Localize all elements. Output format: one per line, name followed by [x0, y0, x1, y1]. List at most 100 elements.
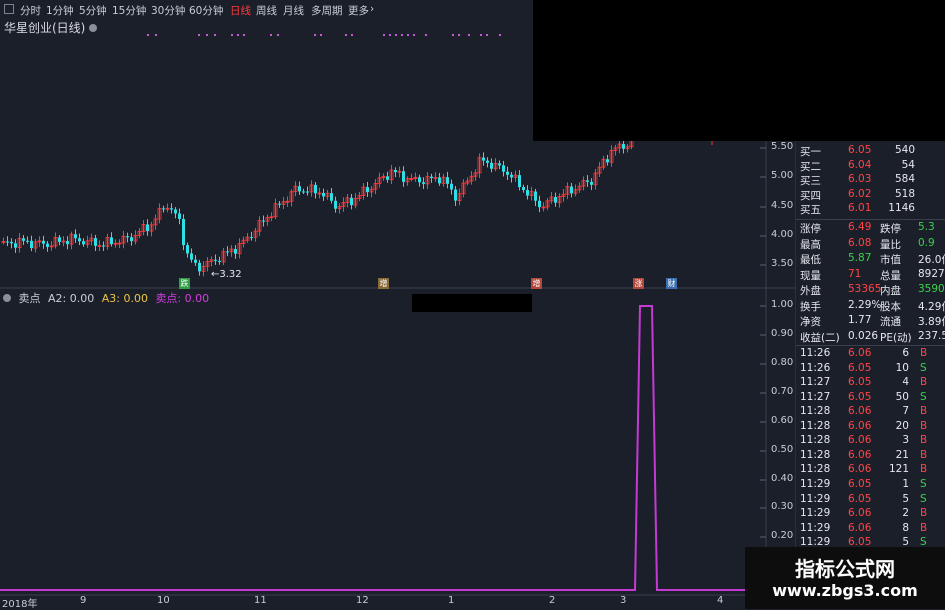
candle-body-down: [402, 171, 405, 182]
candle-body-down: [226, 251, 229, 253]
sell-point-line: [0, 305, 745, 591]
trade-time: 11:29: [800, 521, 831, 534]
trade-row: 11:28 6.06 20 B: [796, 420, 945, 435]
signal-dot: [147, 34, 149, 36]
signal-dot: [458, 34, 460, 36]
candle-body-down: [430, 176, 433, 179]
candle-body-down: [482, 157, 485, 161]
event-tag[interactable]: 跌: [179, 278, 190, 289]
stat-label: 市值: [880, 254, 901, 266]
candle-body-down: [194, 259, 197, 263]
candle-body-down: [26, 240, 29, 242]
bid-price: 6.05: [848, 144, 872, 156]
event-tag[interactable]: 增: [378, 278, 389, 289]
trade-time: 11:27: [800, 376, 831, 389]
candle-body-down: [162, 208, 165, 210]
trade-time: 11:29: [800, 477, 831, 490]
trade-time: 11:26: [800, 361, 831, 374]
trade-price: 6.05: [848, 492, 872, 505]
trade-price: 6.06: [848, 463, 872, 476]
stat-label: 跌停: [880, 223, 901, 235]
candle-body-down: [42, 240, 45, 244]
stat-label: 收益(二): [800, 331, 840, 344]
trade-row: 11:29 6.06 2 B: [796, 507, 945, 522]
stat-value: 26.0亿: [918, 254, 945, 266]
trade-price: 6.06: [848, 521, 872, 534]
candle-body-down: [302, 191, 305, 193]
stat-value: 0.9: [918, 236, 935, 249]
section-divider: [796, 345, 945, 346]
trade-row: 11:29 6.05 1 S: [796, 478, 945, 493]
indicator-name[interactable]: 卖点: [19, 292, 41, 305]
candle-body-down: [298, 186, 301, 192]
bid-row[interactable]: 买一 6.05 540: [796, 144, 945, 159]
signal-dot: [237, 34, 239, 36]
candle-body-down: [74, 234, 77, 239]
trade-volume: 2: [902, 507, 909, 520]
signal-dot: [452, 34, 454, 36]
stat-label: 最高: [800, 238, 821, 251]
bid-label: 买一: [800, 146, 821, 158]
stat-value: 0.026: [848, 329, 879, 342]
trade-price: 6.06: [848, 507, 872, 520]
stat-row: 现量 71 总量 89277: [796, 268, 945, 283]
candle-body-down: [518, 175, 521, 188]
trade-row: 11:27 6.05 4 B: [796, 376, 945, 391]
indicator-tick-label: 0.20: [771, 530, 794, 541]
stat-label: 量比: [880, 238, 901, 251]
trade-price: 6.05: [848, 376, 872, 389]
event-tag[interactable]: 涨: [633, 278, 644, 289]
trade-price: 6.05: [848, 361, 872, 374]
stat-value: 71: [848, 267, 862, 280]
indicator-tick-label: 0.30: [771, 501, 794, 512]
bid-row[interactable]: 买五 6.01 1146: [796, 202, 945, 217]
trade-side: B: [920, 434, 928, 447]
stat-value: 53365: [848, 283, 882, 295]
trade-volume: 50: [895, 390, 909, 403]
signal-dot: [231, 34, 233, 36]
signal-dot: [351, 34, 353, 36]
bid-label: 买三: [800, 175, 821, 187]
candle-body-down: [218, 260, 221, 262]
event-tag[interactable]: 财: [666, 278, 677, 289]
trade-side: S: [920, 390, 927, 403]
bid-row[interactable]: 买四 6.02 518: [796, 188, 945, 203]
trade-volume: 20: [895, 419, 909, 432]
bid-row[interactable]: 买二 6.04 54: [796, 159, 945, 174]
indicator-tick-label: 0.70: [771, 386, 794, 397]
event-tag[interactable]: 增: [531, 278, 542, 289]
bid-row[interactable]: 买三 6.03 584: [796, 173, 945, 188]
stat-label: 最低: [800, 254, 821, 266]
candle-body-down: [82, 241, 85, 245]
section-divider: [796, 219, 945, 220]
signal-dot: [270, 34, 272, 36]
indicator-header: 卖点 A2: 0.00 A3: 0.00 卖点: 0.00: [3, 290, 213, 306]
stat-value: 5.3: [918, 221, 935, 233]
trade-volume: 5: [902, 492, 909, 505]
trade-time: 11:29: [800, 507, 831, 520]
date-tick-label: 12: [356, 595, 369, 606]
trade-volume: 4: [902, 376, 909, 389]
indicator-a2-value: A2: 0.00: [48, 292, 95, 305]
bid-volume: 584: [894, 173, 915, 185]
trade-side: B: [920, 521, 928, 534]
trade-row: 11:28 6.06 21 B: [796, 449, 945, 464]
candle-body-down: [146, 224, 149, 232]
date-tick-label: 4: [717, 595, 724, 606]
indicator-settings-icon[interactable]: [3, 294, 11, 302]
trade-row: 11:28 6.06 7 B: [796, 405, 945, 420]
candle-body-down: [538, 200, 541, 208]
candle-body-down: [186, 245, 189, 254]
trade-price: 6.06: [848, 347, 872, 359]
signal-dot: [407, 34, 409, 36]
signal-dot: [155, 34, 157, 36]
candle-body-down: [234, 248, 237, 254]
trade-side: S: [920, 492, 927, 505]
trade-volume: 121: [888, 463, 909, 476]
trade-volume: 7: [902, 405, 909, 418]
candle-body-down: [262, 220, 265, 222]
signal-dot: [480, 34, 482, 36]
stat-value: 4.29亿: [918, 300, 945, 313]
stat-row: 最高 6.08 量比 0.9: [796, 237, 945, 252]
trade-time: 11:26: [800, 347, 831, 359]
